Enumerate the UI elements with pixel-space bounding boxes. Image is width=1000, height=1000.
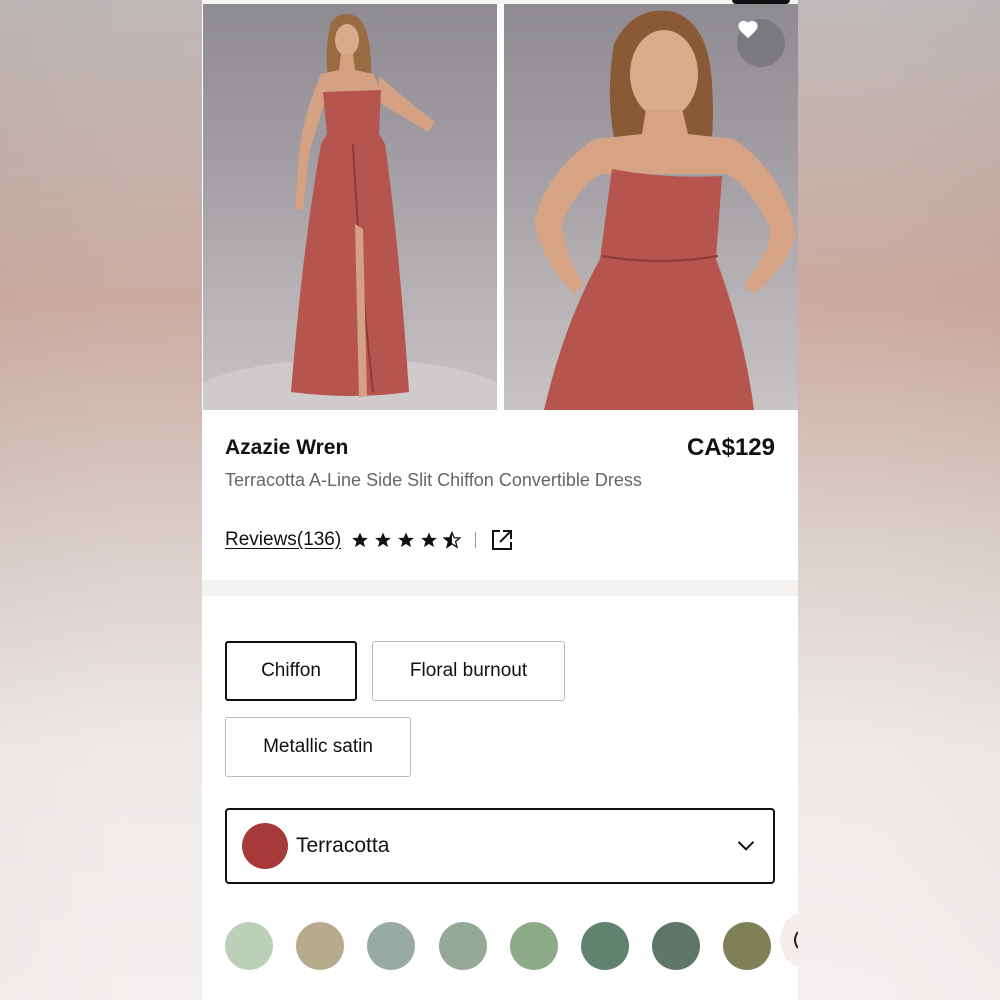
star-icon: [398, 532, 415, 548]
color-swatch[interactable]: [225, 922, 273, 970]
favorite-button[interactable]: [737, 19, 785, 67]
backdrop-left: [0, 0, 202, 1000]
external-link-icon: [492, 530, 513, 550]
product-photo-full[interactable]: [203, 4, 497, 410]
product-brand: Azazie Wren: [225, 436, 349, 459]
color-swatch[interactable]: [510, 922, 558, 970]
more-icon: [794, 931, 798, 949]
share-button[interactable]: [490, 528, 514, 552]
fabric-option-floral-burnout[interactable]: Floral burnout: [372, 641, 565, 701]
star-icon: [375, 532, 392, 548]
color-swatch[interactable]: [652, 922, 700, 970]
divider: [475, 532, 477, 548]
product-info: Azazie Wren CA$129 Terracotta A-Line Sid…: [202, 410, 798, 580]
product-photo-closeup[interactable]: [504, 4, 798, 410]
star-half-icon: [443, 531, 462, 549]
color-swatch[interactable]: [367, 922, 415, 970]
star-icon: [352, 532, 369, 548]
color-swatch[interactable]: [581, 922, 629, 970]
color-swatch[interactable]: [439, 922, 487, 970]
product-options: Chiffon Floral burnout Metallic satin Te…: [202, 596, 798, 1000]
color-dropdown[interactable]: Terracotta: [225, 808, 775, 884]
color-swatch[interactable]: [296, 922, 344, 970]
selected-color-name: Terracotta: [296, 834, 390, 857]
product-page: Azazie Wren CA$129 Terracotta A-Line Sid…: [202, 0, 798, 1000]
color-swatch[interactable]: [723, 922, 771, 970]
selected-color-swatch: [242, 823, 288, 869]
backdrop-right: [798, 0, 1000, 1000]
fabric-option-chiffon[interactable]: Chiffon: [225, 641, 357, 701]
chevron-down-icon: [737, 841, 755, 851]
product-description: Terracotta A-Line Side Slit Chiffon Conv…: [225, 470, 642, 490]
more-colors-button[interactable]: [780, 910, 798, 970]
heart-icon: [738, 20, 758, 39]
reviews-row: Reviews(136): [225, 527, 514, 553]
star-icon: [421, 532, 438, 548]
section-separator: [202, 580, 798, 596]
product-price: CA$129: [686, 434, 775, 461]
product-gallery: [202, 4, 798, 410]
star-rating: [351, 531, 462, 549]
fabric-option-metallic-satin[interactable]: Metallic satin: [225, 717, 411, 777]
reviews-link[interactable]: Reviews(136): [225, 529, 341, 551]
